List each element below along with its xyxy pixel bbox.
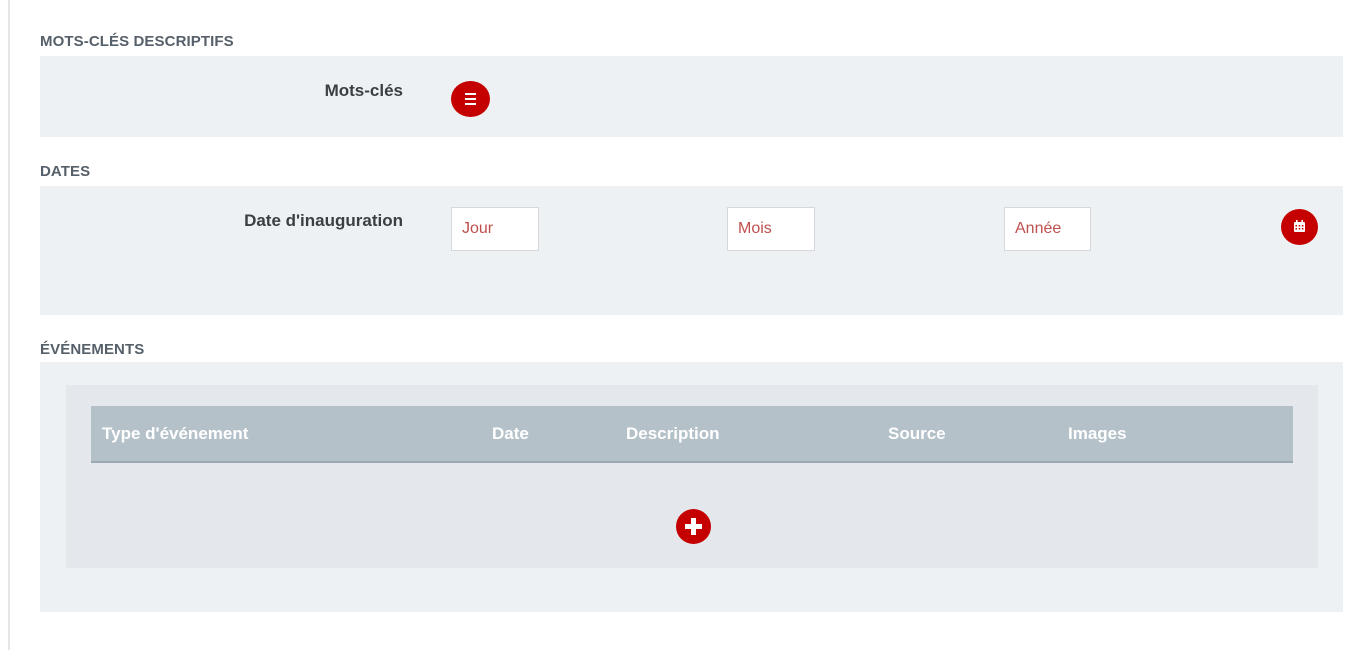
plus-icon xyxy=(685,518,702,535)
inauguration-date-label: Date d'inauguration xyxy=(244,211,403,230)
section-title-dates: DATES xyxy=(40,163,91,180)
column-header-source[interactable]: Source xyxy=(888,406,946,461)
events-panel: Type d'événement Date Description Source… xyxy=(40,362,1343,612)
calendar-icon xyxy=(1294,220,1305,232)
events-table-header: Type d'événement Date Description Source… xyxy=(91,406,1293,463)
events-table-container: Type d'événement Date Description Source… xyxy=(66,385,1318,568)
keywords-label: Mots-clés xyxy=(324,81,403,100)
list-icon xyxy=(465,93,476,105)
column-header-date[interactable]: Date xyxy=(492,406,529,461)
add-event-button[interactable] xyxy=(676,509,711,544)
form-page: MOTS-CLÉS DESCRIPTIFS Mots-clés DATES Da… xyxy=(0,0,1359,650)
section-title-events: ÉVÉNEMENTS xyxy=(40,341,145,358)
left-border xyxy=(8,0,10,650)
keywords-list-button[interactable] xyxy=(451,81,490,117)
section-title-keywords: MOTS-CLÉS DESCRIPTIFS xyxy=(40,33,234,50)
column-header-images[interactable]: Images xyxy=(1068,406,1127,461)
calendar-button[interactable] xyxy=(1281,209,1318,245)
day-input[interactable] xyxy=(451,207,539,251)
month-input[interactable] xyxy=(727,207,815,251)
keywords-panel: Mots-clés xyxy=(40,56,1343,137)
column-header-event-type[interactable]: Type d'événement xyxy=(102,406,248,461)
year-input[interactable] xyxy=(1004,207,1091,251)
dates-panel: Date d'inauguration xyxy=(40,186,1343,315)
column-header-description[interactable]: Description xyxy=(626,406,720,461)
